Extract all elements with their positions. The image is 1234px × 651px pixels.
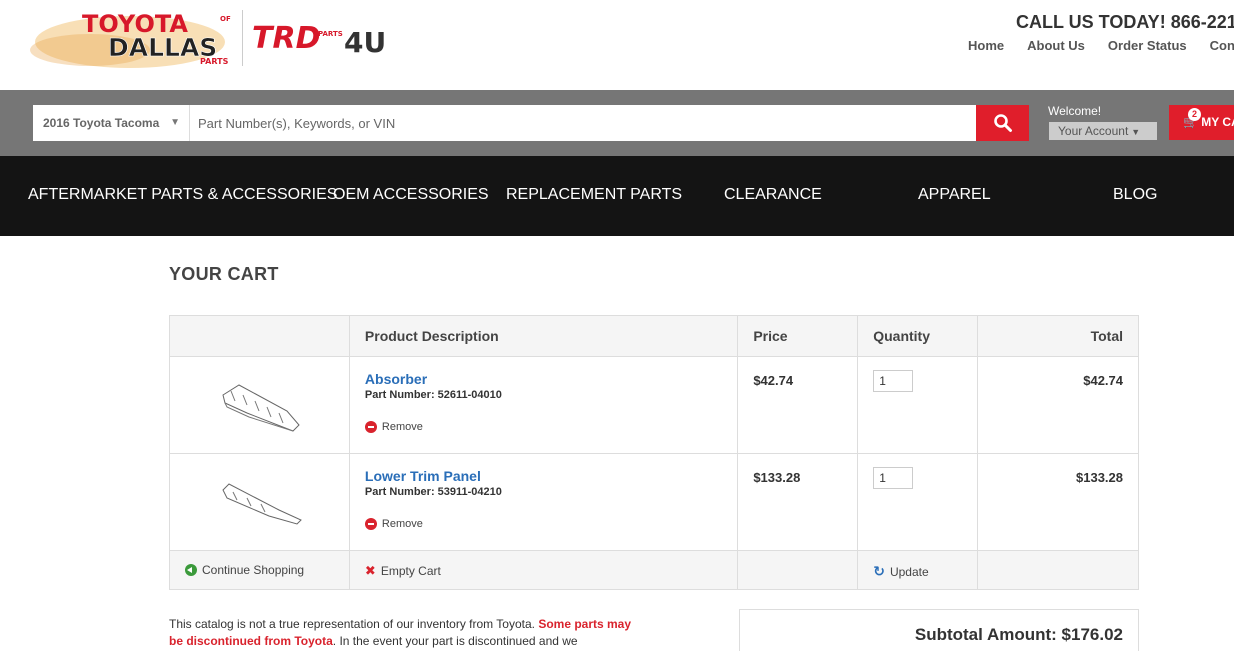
- remove-icon: [364, 518, 377, 530]
- home-link[interactable]: Home: [968, 38, 1004, 53]
- price-cell: $42.74: [737, 356, 859, 454]
- product-description-cell: Absorber Part Number: 52611-04010 Remove: [348, 356, 739, 454]
- product-name-link[interactable]: Lower Trim Panel: [365, 468, 722, 484]
- line-total-cell: $133.28: [977, 453, 1139, 551]
- logo-divider: [242, 10, 243, 66]
- remove-label: Remove: [381, 518, 423, 530]
- vehicle-select[interactable]: 2016 Toyota Tacoma ▼: [33, 105, 190, 141]
- line-total-cell: $42.74: [977, 356, 1139, 454]
- product-description-cell: Lower Trim Panel Part Number: 53911-0421…: [348, 453, 739, 551]
- table-row: Lower Trim Panel Part Number: 53911-0421…: [169, 453, 1139, 551]
- arrow-left-circle-icon: [185, 564, 197, 576]
- cart-table: Product Description Price Quantity Total…: [169, 315, 1139, 590]
- footer-blank-cell: [737, 550, 859, 590]
- subtotal-amount: Subtotal Amount: $176.02: [914, 625, 1123, 644]
- contact-link[interactable]: Conta: [1210, 38, 1234, 53]
- product-image-cell: [169, 356, 350, 454]
- product-name-link[interactable]: Absorber: [365, 371, 722, 387]
- part-number: Part Number: 53911-04210: [364, 486, 502, 498]
- quantity-input[interactable]: [873, 370, 914, 392]
- image-column-header: [169, 315, 350, 357]
- svg-text:TRD: TRD: [252, 21, 320, 56]
- disclaimer-text: This catalog is not a true representatio…: [169, 617, 539, 631]
- vehicle-select-value: 2016 Toyota Tacoma: [43, 116, 160, 130]
- nav-aftermarket[interactable]: AFTERMARKET PARTS & ACCESSORIES: [28, 186, 337, 204]
- nav-clearance[interactable]: CLEARANCE: [724, 186, 822, 204]
- cart-table-header: Product Description Price Quantity Total: [169, 315, 1139, 357]
- svg-text:PARTS: PARTS: [318, 30, 343, 38]
- nav-oem-accessories[interactable]: OEM ACCESSORIES: [333, 186, 489, 204]
- search-icon: [993, 114, 1012, 132]
- description-column-header: Product Description: [348, 315, 739, 357]
- price-cell: $133.28: [737, 453, 859, 551]
- close-icon: ✖: [364, 563, 376, 578]
- svg-text:4U: 4U: [344, 26, 386, 59]
- remove-item-button[interactable]: Remove: [364, 518, 722, 530]
- site-logo[interactable]: TOYOTA OF DALLAS PARTS TRD PARTS 4U: [30, 4, 400, 74]
- table-row: Absorber Part Number: 52611-04010 Remove…: [169, 356, 1139, 454]
- continue-shopping-label: Continue Shopping: [202, 563, 305, 577]
- about-us-link[interactable]: About Us: [1027, 38, 1085, 53]
- your-account-dropdown[interactable]: Your Account ▼: [1049, 122, 1157, 140]
- continue-shopping-cell: Continue Shopping: [169, 550, 350, 590]
- quantity-column-header: Quantity: [857, 315, 979, 357]
- site-header: TOYOTA OF DALLAS PARTS TRD PARTS 4U CALL…: [0, 0, 1234, 90]
- catalog-disclaimer: This catalog is not a true representatio…: [169, 616, 639, 650]
- toyota-of-dallas-logo: TOYOTA OF DALLAS PARTS: [30, 10, 231, 68]
- empty-cart-button[interactable]: ✖ Empty Cart: [365, 563, 722, 579]
- remove-icon: [364, 421, 377, 433]
- nav-blog[interactable]: BLOG: [1113, 186, 1157, 204]
- nav-apparel[interactable]: APPAREL: [918, 186, 991, 204]
- search-button[interactable]: [976, 105, 1029, 141]
- update-cell: ↻ Update: [857, 550, 979, 590]
- continue-shopping-button[interactable]: Continue Shopping: [185, 563, 334, 577]
- chevron-down-icon: ▼: [1131, 127, 1141, 137]
- nav-replacement-parts[interactable]: REPLACEMENT PARTS: [506, 186, 682, 204]
- empty-cart-cell: ✖ Empty Cart: [348, 550, 739, 590]
- subtotal-box: Subtotal Amount: $176.02: [739, 609, 1139, 651]
- update-label: Update: [889, 564, 929, 579]
- quantity-cell: [857, 453, 979, 551]
- remove-item-button[interactable]: Remove: [364, 421, 722, 433]
- my-cart-button[interactable]: 🛒 MY CA: [1169, 105, 1234, 140]
- your-account-label: Your Account: [1058, 124, 1129, 138]
- trd-parts4u-logo: TRD PARTS 4U: [252, 21, 386, 59]
- update-button[interactable]: ↻ Update: [873, 563, 962, 580]
- my-cart-label: MY CA: [1201, 115, 1234, 129]
- search-input[interactable]: [190, 105, 976, 141]
- absorber-part-image[interactable]: [219, 373, 303, 433]
- empty-cart-label: Empty Cart: [380, 564, 441, 578]
- total-column-header: Total: [977, 315, 1139, 357]
- lower-trim-panel-part-image[interactable]: [219, 470, 303, 530]
- page-title: YOUR CART: [169, 264, 279, 284]
- remove-label: Remove: [381, 421, 423, 433]
- chevron-down-icon: ▼: [170, 117, 180, 128]
- price-column-header: Price: [737, 315, 859, 357]
- call-us-phone[interactable]: CALL US TODAY! 866-221-: [1016, 12, 1234, 33]
- quantity-input[interactable]: [873, 467, 914, 489]
- footer-blank-cell: [977, 550, 1139, 590]
- svg-text:OF: OF: [220, 15, 231, 23]
- top-links: Home About Us Order Status Conta: [968, 38, 1234, 53]
- quantity-cell: [857, 356, 979, 454]
- refresh-icon: ↻: [873, 563, 885, 579]
- part-number: Part Number: 52611-04010: [364, 389, 502, 401]
- product-image-cell: [169, 453, 350, 551]
- cart-count-badge: 2: [1188, 108, 1201, 121]
- welcome-text: Welcome!: [1048, 104, 1102, 118]
- cart-footer-row: Continue Shopping ✖ Empty Cart ↻ Update: [169, 550, 1139, 590]
- disclaimer-text-end: . In the event your part is discontinued…: [332, 634, 578, 648]
- svg-text:PARTS: PARTS: [200, 57, 229, 66]
- order-status-link[interactable]: Order Status: [1108, 38, 1187, 53]
